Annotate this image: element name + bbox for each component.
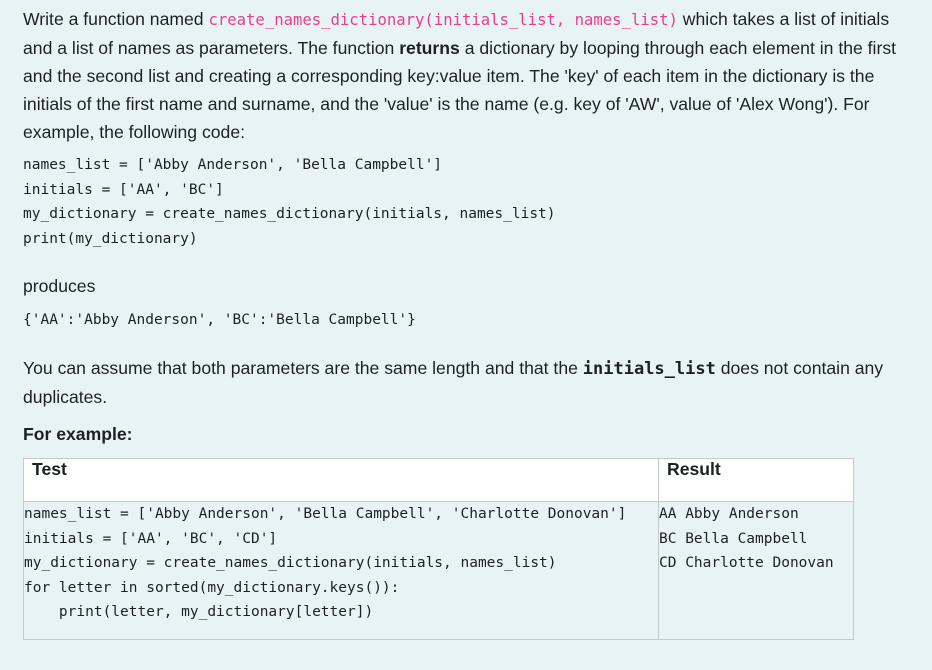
initials-list-code: initials_list: [582, 359, 716, 379]
produces-output: {'AA':'Abby Anderson', 'BC':'Bella Campb…: [23, 312, 416, 328]
assumption-text: You can assume that both parameters are …: [23, 354, 913, 411]
test-code-line: my_dictionary = create_names_dictionary(…: [24, 555, 557, 572]
assume-text-1: You can assume that both parameters are …: [23, 358, 583, 378]
test-code-line: initials = ['AA', 'BC', 'CD']: [24, 530, 278, 547]
test-code-line: for letter in sorted(my_dictionary.keys(…: [24, 579, 400, 596]
code-line: initials = ['AA', 'BC']: [23, 181, 224, 198]
result-line: BC Bella Campbell: [659, 530, 808, 547]
table-row: names_list = ['Abby Anderson', 'Bella Ca…: [23, 501, 854, 640]
example-code-block: names_list = ['Abby Anderson', 'Bella Ca…: [23, 153, 556, 251]
test-cell: names_list = ['Abby Anderson', 'Bella Ca…: [23, 501, 659, 640]
produces-label: produces: [23, 276, 96, 296]
result-cell: AA Abby Anderson BC Bella Campbell CD Char…: [658, 501, 854, 640]
table-header-row: Test Result: [23, 458, 854, 502]
question-text-panel: Write a function named create_names_dict…: [0, 0, 932, 670]
question-description: Write a function named create_names_dict…: [23, 5, 913, 146]
column-header-result: Result: [658, 458, 854, 502]
test-code-line: names_list = ['Abby Anderson', 'Bella Ca…: [24, 506, 627, 522]
intro-text-1: Write a function named: [23, 9, 209, 29]
result-line: CD Charlotte Donovan: [659, 555, 834, 572]
returns-keyword: returns: [399, 38, 460, 58]
code-line: names_list = ['Abby Anderson', 'Bella Ca…: [23, 157, 443, 173]
code-line: my_dictionary = create_names_dictionary(…: [23, 206, 556, 223]
code-line: print(my_dictionary): [23, 230, 198, 247]
test-code-line: print(letter, my_dictionary[letter]): [24, 604, 374, 621]
result-line: AA Abby Anderson: [659, 506, 799, 522]
column-header-test: Test: [23, 458, 659, 502]
for-example-label: For example:: [23, 424, 133, 444]
function-signature: create_names_dictionary(initials_list, n…: [208, 11, 678, 29]
example-table: Test Result names_list = ['Abby Anderson…: [23, 458, 854, 640]
